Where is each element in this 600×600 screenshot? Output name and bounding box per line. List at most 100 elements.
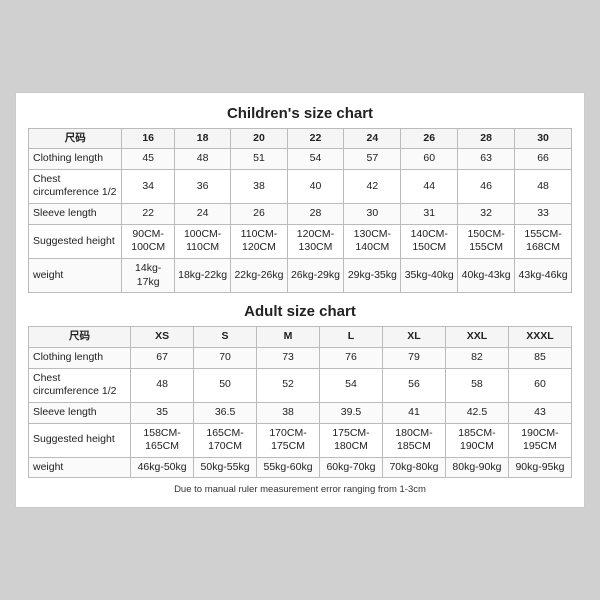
adult-table-header: 尺码XSSMLXLXXLXXXL — [29, 327, 572, 348]
table-cell: 42 — [344, 169, 401, 203]
adult-col-header: M — [257, 327, 320, 348]
children-col-header: 20 — [231, 128, 287, 149]
children-table-body: Clothing length4548515457606366Chest cir… — [29, 149, 572, 293]
row-label: Chest circumference 1/2 — [29, 368, 131, 402]
children-table-header: 尺码1618202224262830 — [29, 128, 572, 149]
table-cell: 50 — [194, 368, 257, 402]
table-cell: 38 — [231, 169, 287, 203]
table-cell: 41 — [382, 402, 445, 423]
table-row: Chest circumference 1/248505254565860 — [29, 368, 572, 402]
children-col-header: 16 — [122, 128, 174, 149]
table-cell: 34 — [122, 169, 174, 203]
adult-chart-title: Adult size chart — [28, 303, 572, 320]
row-label: Chest circumference 1/2 — [29, 169, 122, 203]
table-cell: 150CM-155CM — [458, 224, 515, 258]
table-cell: 42.5 — [445, 402, 508, 423]
table-cell: 60 — [508, 368, 571, 402]
row-label: Clothing length — [29, 347, 131, 368]
adult-table-body: Clothing length67707376798285Chest circu… — [29, 347, 572, 477]
children-col-header: 28 — [458, 128, 515, 149]
table-cell: 48 — [131, 368, 194, 402]
table-cell: 175CM-180CM — [320, 423, 383, 457]
table-cell: 26kg-29kg — [287, 259, 344, 293]
table-cell: 170CM-175CM — [257, 423, 320, 457]
table-cell: 185CM-190CM — [445, 423, 508, 457]
table-cell: 33 — [515, 204, 572, 225]
table-cell: 79 — [382, 347, 445, 368]
table-cell: 32 — [458, 204, 515, 225]
table-cell: 140CM-150CM — [401, 224, 458, 258]
row-label: weight — [29, 259, 122, 293]
table-row: Chest circumference 1/23436384042444648 — [29, 169, 572, 203]
children-col-header: 24 — [344, 128, 401, 149]
table-cell: 54 — [287, 149, 344, 170]
adult-col-header: L — [320, 327, 383, 348]
row-label: Sleeve length — [29, 204, 122, 225]
table-row: Clothing length67707376798285 — [29, 347, 572, 368]
table-cell: 190CM-195CM — [508, 423, 571, 457]
table-cell: 130CM-140CM — [344, 224, 401, 258]
table-cell: 44 — [401, 169, 458, 203]
table-row: Suggested height90CM-100CM100CM-110CM110… — [29, 224, 572, 258]
table-cell: 58 — [445, 368, 508, 402]
table-cell: 51 — [231, 149, 287, 170]
table-cell: 24 — [174, 204, 231, 225]
table-cell: 52 — [257, 368, 320, 402]
table-cell: 63 — [458, 149, 515, 170]
children-col-header: 30 — [515, 128, 572, 149]
table-cell: 22kg-26kg — [231, 259, 287, 293]
table-cell: 90kg-95kg — [508, 457, 571, 478]
table-cell: 180CM-185CM — [382, 423, 445, 457]
table-cell: 54 — [320, 368, 383, 402]
table-cell: 45 — [122, 149, 174, 170]
table-cell: 28 — [287, 204, 344, 225]
table-cell: 120CM-130CM — [287, 224, 344, 258]
children-size-table: 尺码1618202224262830 Clothing length454851… — [28, 128, 572, 294]
table-cell: 22 — [122, 204, 174, 225]
table-cell: 14kg-17kg — [122, 259, 174, 293]
children-col-header: 26 — [401, 128, 458, 149]
table-cell: 76 — [320, 347, 383, 368]
table-cell: 36.5 — [194, 402, 257, 423]
table-cell: 35 — [131, 402, 194, 423]
table-cell: 82 — [445, 347, 508, 368]
row-label: weight — [29, 457, 131, 478]
table-cell: 40kg-43kg — [458, 259, 515, 293]
table-cell: 39.5 — [320, 402, 383, 423]
table-cell: 90CM-100CM — [122, 224, 174, 258]
table-cell: 38 — [257, 402, 320, 423]
table-cell: 67 — [131, 347, 194, 368]
table-row: Sleeve length3536.53839.54142.543 — [29, 402, 572, 423]
table-cell: 43kg-46kg — [515, 259, 572, 293]
table-cell: 35kg-40kg — [401, 259, 458, 293]
table-cell: 31 — [401, 204, 458, 225]
adult-col-header: XXL — [445, 327, 508, 348]
table-cell: 30 — [344, 204, 401, 225]
table-cell: 80kg-90kg — [445, 457, 508, 478]
table-cell: 40 — [287, 169, 344, 203]
table-cell: 110CM-120CM — [231, 224, 287, 258]
table-cell: 56 — [382, 368, 445, 402]
adult-col-header: XL — [382, 327, 445, 348]
row-label: Sleeve length — [29, 402, 131, 423]
adult-size-table: 尺码XSSMLXLXXLXXXL Clothing length67707376… — [28, 326, 572, 478]
table-cell: 70 — [194, 347, 257, 368]
children-col-header: 22 — [287, 128, 344, 149]
table-cell: 48 — [174, 149, 231, 170]
row-label: Suggested height — [29, 224, 122, 258]
table-cell: 18kg-22kg — [174, 259, 231, 293]
table-cell: 158CM-165CM — [131, 423, 194, 457]
table-row: weight14kg-17kg18kg-22kg22kg-26kg26kg-29… — [29, 259, 572, 293]
adult-col-header: 尺码 — [29, 327, 131, 348]
table-cell: 55kg-60kg — [257, 457, 320, 478]
row-label: Clothing length — [29, 149, 122, 170]
adult-col-header: S — [194, 327, 257, 348]
table-row: weight46kg-50kg50kg-55kg55kg-60kg60kg-70… — [29, 457, 572, 478]
table-cell: 48 — [515, 169, 572, 203]
children-col-header: 尺码 — [29, 128, 122, 149]
table-cell: 36 — [174, 169, 231, 203]
table-cell: 85 — [508, 347, 571, 368]
table-cell: 66 — [515, 149, 572, 170]
table-row: Clothing length4548515457606366 — [29, 149, 572, 170]
table-cell: 46kg-50kg — [131, 457, 194, 478]
